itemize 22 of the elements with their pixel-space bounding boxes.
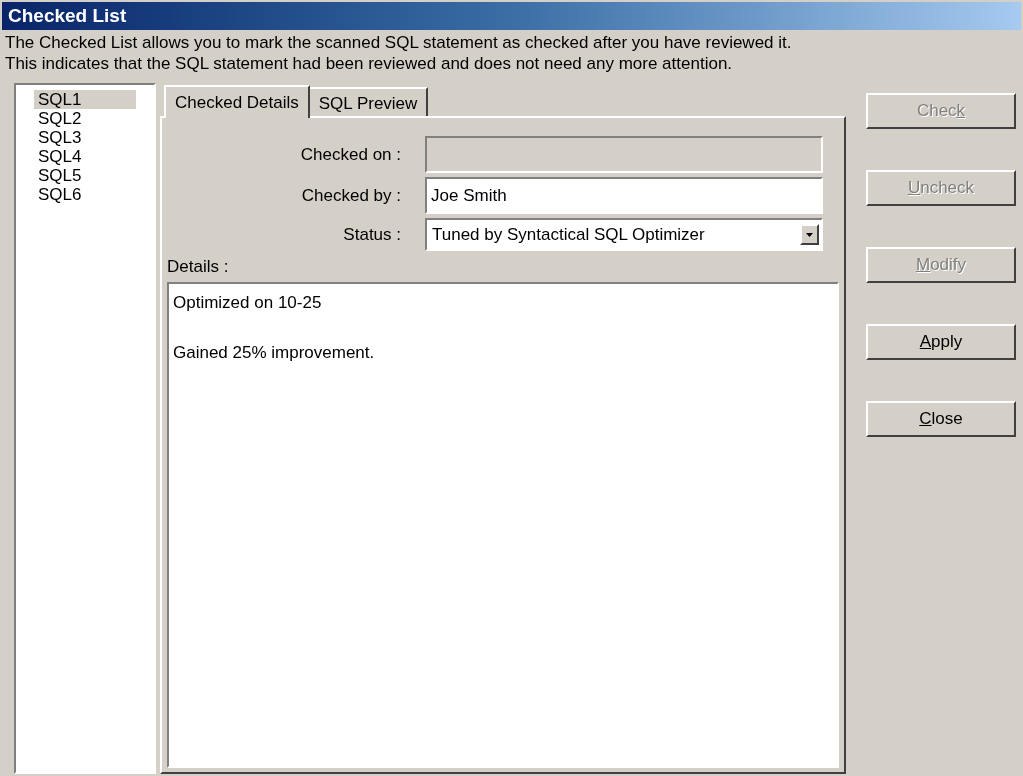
list-item[interactable]: SQL6 [34,185,136,204]
list-item[interactable]: SQL3 [34,128,136,147]
input-field[interactable]: Joe Smith [425,177,823,214]
tab[interactable]: Checked Details [164,85,310,118]
field-label: Checked by : [300,184,402,207]
tab[interactable]: SQL Preview [309,87,429,116]
field-label: Details : [167,256,230,278]
field-label: Checked on : [299,143,402,166]
list-item[interactable]: SQL1 [34,90,136,109]
details-paragraph: Gained 25% improvement. [173,341,376,364]
details-text-area[interactable]: Optimized on 10-25 Gained 25% improvement. [167,281,839,768]
list-item[interactable]: SQL5 [34,166,136,185]
dropdown[interactable]: Tuned by Syntactical SQL Optimizer [425,218,823,251]
description-text: The Checked List allows you to mark the scanned SQL statement as checked after you have reviewed it. [5,32,793,53]
list-item[interactable]: SQL2 [34,109,136,128]
list-item[interactable]: SQL4 [34,147,136,166]
window-title: Checked List [2,2,1021,30]
dialog-button[interactable]: Apply [866,324,1016,360]
description-text: This indicates that the SQL statement had been reviewed and does not need any more attention. [5,53,734,74]
field-label: Status : [342,223,402,246]
details-paragraph: Optimized on 10-25 [173,291,323,314]
dialog-button[interactable]: Close [866,401,1016,437]
